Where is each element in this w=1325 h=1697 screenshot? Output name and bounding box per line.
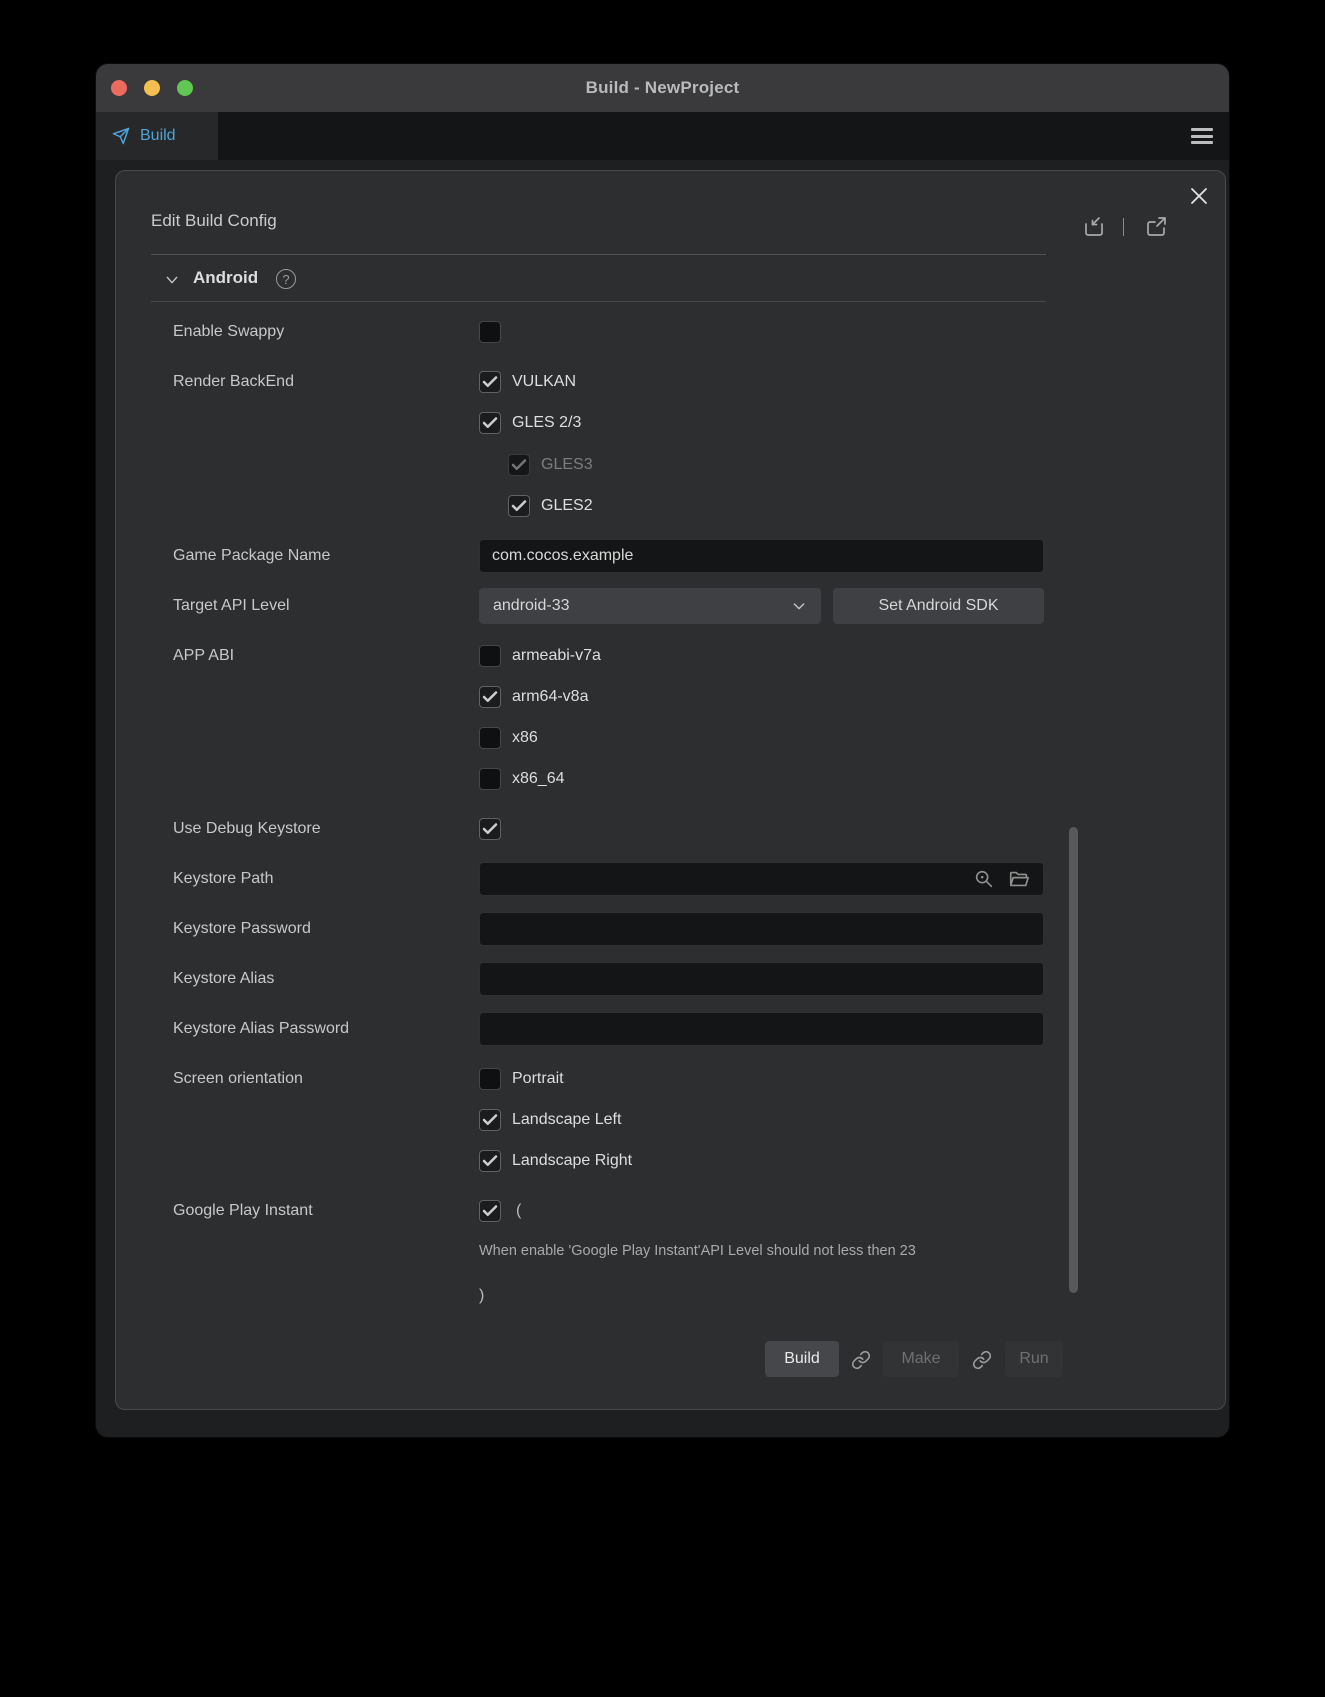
keystore-alias-input[interactable] xyxy=(479,962,1044,996)
target-api-level-value: android-33 xyxy=(493,597,570,615)
vertical-scrollbar[interactable] xyxy=(1069,827,1078,1293)
x86-label: x86 xyxy=(512,729,538,747)
build-button[interactable]: Build xyxy=(765,1341,839,1377)
enable-swappy-checkbox[interactable] xyxy=(479,321,501,343)
abi-arm64-v8a: arm64-v8a xyxy=(479,685,588,709)
section-title-android: Android xyxy=(193,268,258,288)
chevron-down-icon xyxy=(791,598,807,614)
paren-close: ) xyxy=(479,1284,484,1308)
landscape-left-label: Landscape Left xyxy=(512,1111,621,1129)
google-play-instant-label: Google Play Instant xyxy=(173,1199,313,1223)
orientation-portrait: Portrait xyxy=(479,1067,564,1091)
landscape-left-checkbox[interactable] xyxy=(479,1109,501,1131)
armeabi-v7a-checkbox[interactable] xyxy=(479,645,501,667)
screen-orientation-label: Screen orientation xyxy=(173,1067,303,1091)
render-backend-gles3: GLES3 xyxy=(508,453,593,477)
import-config-icon[interactable] xyxy=(1082,215,1106,239)
hamburger-icon[interactable] xyxy=(1191,126,1213,146)
armeabi-v7a-label: armeabi-v7a xyxy=(512,647,601,665)
header-icon-separator xyxy=(1123,218,1124,236)
paren-open: ( xyxy=(516,1199,521,1223)
link-icon[interactable] xyxy=(851,1350,871,1370)
x86-64-label: x86_64 xyxy=(512,770,565,788)
arm64-v8a-label: arm64-v8a xyxy=(512,688,588,706)
paper-plane-icon xyxy=(112,127,130,145)
abi-armeabi-v7a: armeabi-v7a xyxy=(479,644,601,668)
traffic-lights xyxy=(111,64,193,112)
target-api-level-label: Target API Level xyxy=(173,594,290,618)
window-content: Edit Build Config Android ? Enable Swapp… xyxy=(96,160,1229,1437)
search-icon[interactable] xyxy=(973,868,995,890)
vulkan-label: VULKAN xyxy=(512,373,576,391)
link-icon[interactable] xyxy=(972,1350,992,1370)
abi-x86: x86 xyxy=(479,726,538,750)
game-package-name-label: Game Package Name xyxy=(173,544,330,568)
keystore-path-label: Keystore Path xyxy=(173,867,274,891)
app-abi-label: APP ABI xyxy=(173,644,234,668)
run-button[interactable]: Run xyxy=(1005,1341,1063,1377)
set-android-sdk-button[interactable]: Set Android SDK xyxy=(833,588,1044,624)
keystore-password-label: Keystore Password xyxy=(173,917,311,941)
tab-bar: Build xyxy=(96,112,1229,160)
section-divider xyxy=(151,301,1046,302)
gles2-checkbox[interactable] xyxy=(508,495,530,517)
folder-icon[interactable] xyxy=(1008,868,1030,890)
tab-build-label: Build xyxy=(140,127,176,145)
zoom-window-button[interactable] xyxy=(177,80,193,96)
window-title: Build - NewProject xyxy=(586,78,740,98)
abi-x86-64: x86_64 xyxy=(479,767,565,791)
x86-checkbox[interactable] xyxy=(479,727,501,749)
dialog-title: Edit Build Config xyxy=(151,211,277,231)
google-play-instant-option xyxy=(479,1199,501,1223)
tab-build[interactable]: Build xyxy=(96,112,218,160)
x86-64-checkbox[interactable] xyxy=(479,768,501,790)
close-icon[interactable] xyxy=(1187,184,1211,208)
gles2-label: GLES2 xyxy=(541,497,593,515)
vulkan-checkbox[interactable] xyxy=(479,371,501,393)
use-debug-keystore-checkbox[interactable] xyxy=(479,818,501,840)
keystore-password-input[interactable] xyxy=(479,912,1044,946)
app-window: Build - NewProject Build Edit Build Conf… xyxy=(96,64,1229,1437)
google-play-instant-checkbox[interactable] xyxy=(479,1200,501,1222)
render-backend-gles2: GLES2 xyxy=(508,494,593,518)
chevron-down-icon[interactable] xyxy=(164,272,180,288)
minimize-window-button[interactable] xyxy=(144,80,160,96)
target-api-level-select[interactable]: android-33 xyxy=(479,588,821,624)
orientation-landscape-left: Landscape Left xyxy=(479,1108,621,1132)
title-bar: Build - NewProject xyxy=(96,64,1229,112)
portrait-checkbox[interactable] xyxy=(479,1068,501,1090)
enable-swappy-option xyxy=(479,320,501,344)
render-backend-gles23: GLES 2/3 xyxy=(479,411,581,435)
landscape-right-label: Landscape Right xyxy=(512,1152,632,1170)
keystore-alias-label: Keystore Alias xyxy=(173,967,274,991)
gles3-checkbox xyxy=(508,454,530,476)
build-config-dialog: Edit Build Config Android ? Enable Swapp… xyxy=(115,170,1226,1410)
keystore-path-input[interactable] xyxy=(479,862,1044,896)
portrait-label: Portrait xyxy=(512,1070,564,1088)
google-play-instant-note: When enable 'Google Play Instant'API Lev… xyxy=(479,1243,916,1259)
enable-swappy-label: Enable Swappy xyxy=(173,320,284,344)
render-backend-vulkan: VULKAN xyxy=(479,370,576,394)
use-debug-keystore-label: Use Debug Keystore xyxy=(173,817,321,841)
header-divider xyxy=(151,254,1046,255)
render-backend-label: Render BackEnd xyxy=(173,370,294,394)
keystore-alias-password-input[interactable] xyxy=(479,1012,1044,1046)
gles3-label: GLES3 xyxy=(541,456,593,474)
landscape-right-checkbox[interactable] xyxy=(479,1150,501,1172)
game-package-name-input[interactable] xyxy=(479,539,1044,573)
make-button[interactable]: Make xyxy=(883,1341,959,1377)
gles23-checkbox[interactable] xyxy=(479,412,501,434)
use-debug-keystore-option xyxy=(479,817,501,841)
close-window-button[interactable] xyxy=(111,80,127,96)
gles23-label: GLES 2/3 xyxy=(512,414,581,432)
help-icon[interactable]: ? xyxy=(276,269,296,289)
orientation-landscape-right: Landscape Right xyxy=(479,1149,632,1173)
arm64-v8a-checkbox[interactable] xyxy=(479,686,501,708)
keystore-alias-password-label: Keystore Alias Password xyxy=(173,1017,349,1041)
export-config-icon[interactable] xyxy=(1144,215,1168,239)
